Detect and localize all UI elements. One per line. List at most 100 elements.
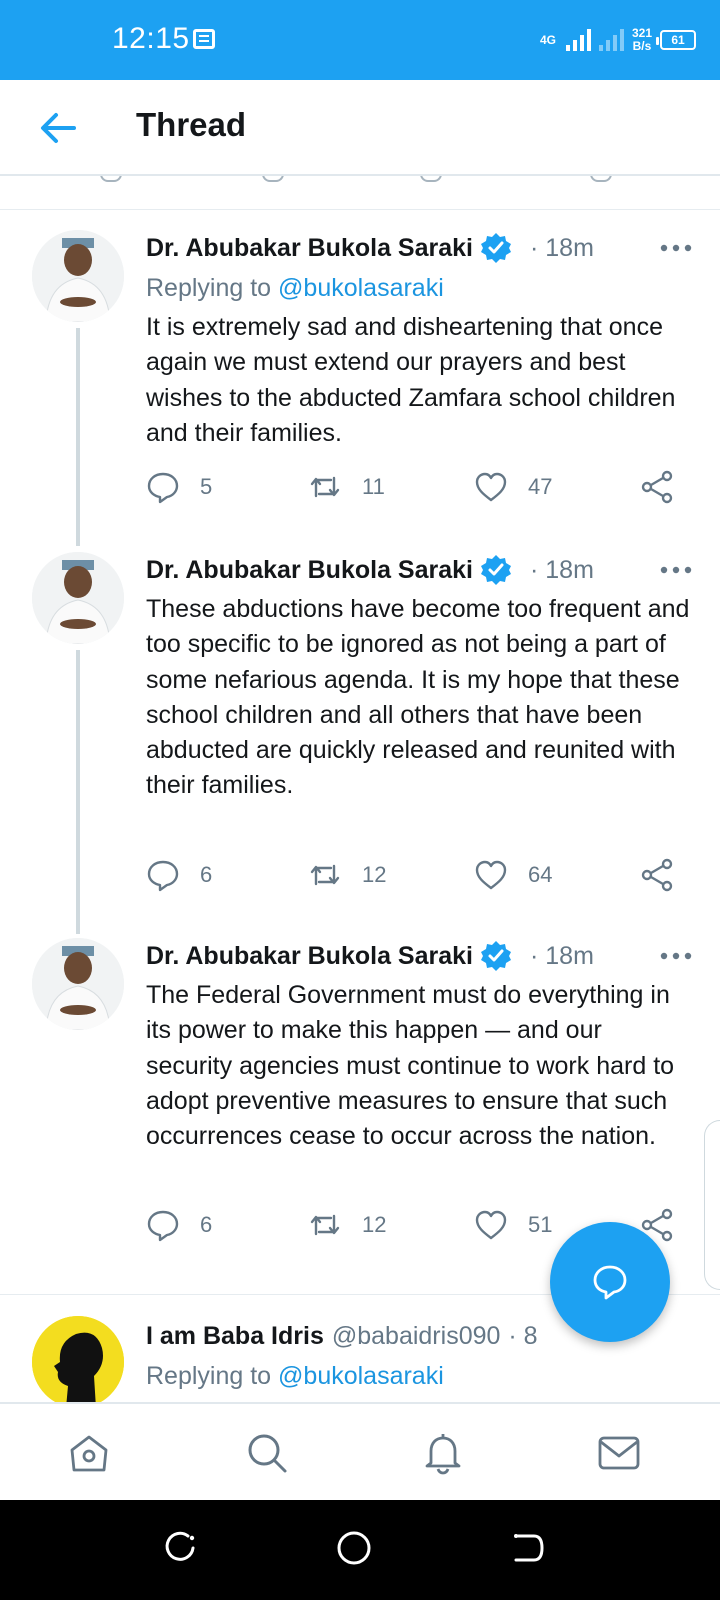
- like-count: 47: [528, 474, 553, 499]
- author-name[interactable]: I am Baba Idris: [146, 1322, 324, 1351]
- arrow-left-icon: [41, 113, 76, 143]
- side-drawer-handle[interactable]: [704, 1120, 720, 1290]
- tweet-time: · 8: [508, 1321, 538, 1350]
- tweet-text: These abductions have become too frequen…: [146, 595, 690, 800]
- like-count: 64: [528, 862, 553, 887]
- tweet-text: It is extremely sad and disheartening th…: [146, 313, 676, 447]
- more-options-icon[interactable]: [658, 234, 694, 262]
- tweet-header: Dr. Abubakar Bukola Saraki · 18m: [146, 228, 694, 268]
- retweet-icon: [310, 864, 340, 886]
- reply-count: 6: [200, 1212, 213, 1237]
- previous-tweet-actions: [0, 176, 720, 210]
- like-button[interactable]: 51: [474, 1208, 552, 1242]
- tweet-time: · 18m: [529, 233, 594, 262]
- replying-to: Replying to @bukolasaraki: [146, 268, 694, 308]
- more-options-icon[interactable]: [658, 556, 694, 584]
- reply-count: 6: [200, 862, 213, 887]
- heart-icon: [475, 860, 507, 890]
- reply-button[interactable]: 5: [146, 470, 212, 504]
- tweet[interactable]: Dr. Abubakar Bukola Saraki · 18m The Fed…: [0, 936, 720, 1266]
- tweet-actions: 6 12 64: [146, 858, 686, 898]
- author-name[interactable]: Dr. Abubakar Bukola Saraki: [146, 942, 473, 971]
- home-circle-icon: [337, 1531, 371, 1565]
- tweet-body: Dr. Abubakar Bukola Saraki · 18m These a…: [146, 550, 694, 804]
- thread-header: Thread: [0, 80, 720, 176]
- verified-badge-icon: [480, 233, 511, 263]
- nav-search-button[interactable]: [244, 1430, 290, 1476]
- page-title: Thread: [136, 106, 247, 143]
- heart-icon: [475, 1210, 507, 1240]
- retweet-count: 11: [362, 474, 385, 499]
- thread-connector: [76, 328, 80, 546]
- system-back-button[interactable]: [508, 1528, 548, 1568]
- system-home-button[interactable]: [334, 1528, 374, 1568]
- like-count: 51: [528, 1212, 553, 1237]
- reply-icon: [147, 472, 179, 504]
- tweet[interactable]: Dr. Abubakar Bukola Saraki · 18m Replyin…: [0, 228, 720, 546]
- status-indicators: 4G 321 B/s 61: [540, 22, 696, 58]
- tweet-body: Dr. Abubakar Bukola Saraki · 18m Replyin…: [146, 228, 694, 451]
- retweet-count: 12: [362, 1212, 387, 1237]
- thread-connector: [76, 650, 80, 934]
- retweet-button[interactable]: 12: [308, 858, 386, 892]
- heart-icon: [475, 472, 507, 502]
- avatar[interactable]: [32, 230, 124, 322]
- system-recents-button[interactable]: [160, 1528, 200, 1568]
- reply-button[interactable]: 6: [146, 1208, 212, 1242]
- share-icon: [641, 470, 673, 504]
- reply-count: 5: [200, 474, 213, 499]
- more-options-icon[interactable]: [658, 942, 694, 970]
- replying-mention[interactable]: @bukolasaraki: [278, 274, 444, 302]
- replying-prefix: Replying to: [146, 274, 279, 302]
- notification-icon: [193, 29, 215, 49]
- author-name[interactable]: Dr. Abubakar Bukola Saraki: [146, 234, 473, 263]
- tweet-time: · 18m: [529, 555, 594, 584]
- avatar-photo: [32, 230, 124, 322]
- system-navigation-bar: [0, 1500, 720, 1600]
- share-button[interactable]: [640, 858, 674, 892]
- compose-reply-button[interactable]: [550, 1222, 670, 1342]
- reply-icon: [147, 1210, 179, 1242]
- home-icon: [70, 1435, 108, 1472]
- battery-icon: 61: [656, 30, 696, 50]
- tweet-body: Dr. Abubakar Bukola Saraki · 18m The Fed…: [146, 936, 694, 1154]
- nav-notifications-button[interactable]: [420, 1430, 466, 1476]
- signal-2-icon: [598, 29, 624, 51]
- back-button[interactable]: [36, 106, 80, 150]
- replying-to: Replying to @bukolasaraki: [146, 1356, 694, 1396]
- avatar[interactable]: [32, 552, 124, 644]
- bell-icon: [425, 1434, 461, 1475]
- search-icon: [248, 1434, 287, 1473]
- reply-button[interactable]: 6: [146, 858, 212, 892]
- avatar-photo: [32, 552, 124, 644]
- nav-home-button[interactable]: [66, 1430, 112, 1476]
- retweet-button[interactable]: 11: [308, 470, 385, 504]
- tweet-header: Dr. Abubakar Bukola Saraki · 18m: [146, 550, 694, 590]
- avatar[interactable]: [32, 938, 124, 1030]
- network-type: 4G: [539, 33, 556, 47]
- status-time: 12:15: [112, 22, 190, 55]
- nav-messages-button[interactable]: [596, 1430, 642, 1476]
- replying-mention[interactable]: @bukolasaraki: [278, 1362, 444, 1390]
- network-speed-unit: B/s: [632, 39, 652, 53]
- thread-timeline[interactable]: Dr. Abubakar Bukola Saraki · 18m Replyin…: [0, 176, 720, 1402]
- retweet-button[interactable]: 12: [308, 1208, 386, 1242]
- tweet-actions: 5 11 47: [146, 470, 686, 510]
- tweet-time: · 18m: [529, 941, 594, 970]
- recents-icon: [165, 1531, 195, 1561]
- signal-icon: [565, 29, 591, 51]
- share-button[interactable]: [640, 470, 674, 504]
- avatar[interactable]: [32, 1316, 124, 1402]
- reply-icon: [147, 860, 179, 892]
- author-handle[interactable]: @babaidris090: [332, 1322, 501, 1351]
- tweet[interactable]: Dr. Abubakar Bukola Saraki · 18m These a…: [0, 550, 720, 934]
- author-name[interactable]: Dr. Abubakar Bukola Saraki: [146, 556, 473, 585]
- verified-badge-icon: [480, 941, 511, 971]
- like-button[interactable]: 47: [474, 470, 552, 504]
- retweet-count: 12: [362, 862, 387, 887]
- back-icon: [514, 1534, 544, 1562]
- retweet-icon: [310, 476, 340, 498]
- like-button[interactable]: 64: [474, 858, 552, 892]
- verified-badge-icon: [480, 555, 511, 585]
- compose-reply-icon: [593, 1265, 627, 1300]
